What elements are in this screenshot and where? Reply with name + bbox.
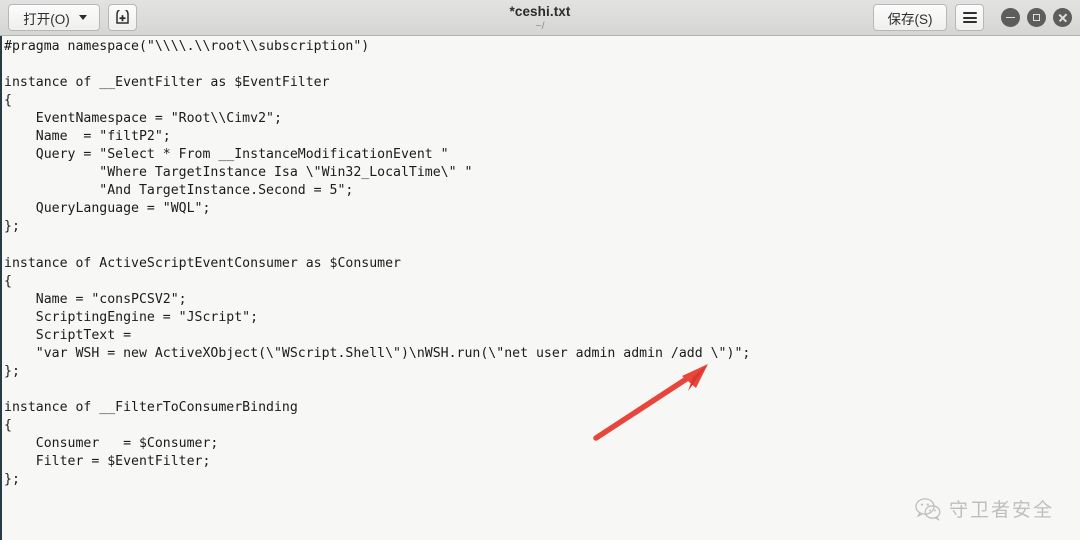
save-button-label: 保存(S) bbox=[887, 11, 933, 27]
text-editor-window: 打开(O) *ceshi.txt ~/ 保存(S) #pragma namesp… bbox=[0, 0, 1080, 540]
new-document-button[interactable] bbox=[108, 4, 137, 31]
menu-button[interactable] bbox=[955, 4, 984, 31]
titlebar-right-controls: 保存(S) bbox=[873, 4, 1072, 31]
minimize-icon[interactable] bbox=[1001, 8, 1020, 27]
open-button-label: 打开(O) bbox=[23, 11, 70, 27]
chevron-down-icon bbox=[78, 15, 87, 20]
new-document-icon bbox=[115, 10, 130, 25]
save-button[interactable]: 保存(S) bbox=[873, 4, 947, 31]
open-button[interactable]: 打开(O) bbox=[8, 4, 100, 31]
file-path-subtitle: ~/ bbox=[535, 19, 545, 32]
text-editor-area[interactable]: #pragma namespace("\\\\.\\root\\subscrip… bbox=[0, 36, 1080, 540]
hamburger-menu-icon bbox=[962, 12, 977, 23]
titlebar: 打开(O) *ceshi.txt ~/ 保存(S) bbox=[0, 0, 1080, 36]
maximize-icon[interactable] bbox=[1027, 8, 1046, 27]
titlebar-left-controls: 打开(O) bbox=[8, 4, 137, 31]
editor-content[interactable]: #pragma namespace("\\\\.\\root\\subscrip… bbox=[2, 36, 1080, 489]
window-controls bbox=[1001, 8, 1072, 27]
page-title: *ceshi.txt bbox=[509, 3, 571, 19]
close-icon[interactable] bbox=[1053, 8, 1072, 27]
